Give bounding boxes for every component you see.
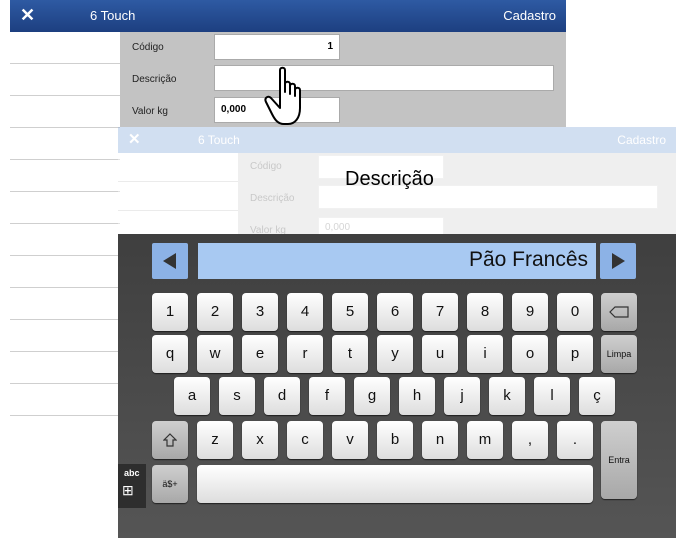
key-e[interactable]: e [242, 335, 278, 373]
codigo-label: Código [132, 42, 164, 53]
key-4[interactable]: 4 [287, 293, 323, 331]
key-j[interactable]: j [444, 377, 480, 415]
key-3[interactable]: 3 [242, 293, 278, 331]
valorkg-label: Valor kg [132, 106, 168, 117]
key-t[interactable]: t [332, 335, 368, 373]
key-r[interactable]: r [287, 335, 323, 373]
record-form: Código 1 Descrição Valor kg 0,000 [120, 32, 566, 127]
faded-descricao-label: Descrição [250, 193, 295, 204]
keyboard-mode-toggle[interactable]: abc ⊞ [118, 464, 146, 508]
list-item[interactable] [10, 64, 120, 96]
key-l[interactable]: l [534, 377, 570, 415]
keyboard-input-display[interactable]: Pão Francês [198, 243, 596, 279]
close-icon: ✕ [128, 131, 141, 148]
list-item [118, 182, 238, 211]
key-h[interactable]: h [399, 377, 435, 415]
faded-codigo-label: Código [250, 161, 282, 172]
space-key[interactable] [197, 465, 593, 503]
key-f[interactable]: f [309, 377, 345, 415]
section-title: Cadastro [503, 8, 556, 23]
prev-field-button[interactable] [152, 243, 188, 279]
faded-list [118, 153, 238, 240]
backspace-key[interactable] [601, 293, 637, 331]
list-item[interactable] [10, 256, 120, 288]
codigo-value: 1 [327, 41, 333, 52]
keyboard-input-value: Pão Francês [468, 248, 588, 271]
record-list [10, 32, 120, 416]
key-8[interactable]: 8 [467, 293, 503, 331]
list-item[interactable] [10, 128, 120, 160]
arrow-left-icon [163, 253, 176, 269]
key-u[interactable]: u [422, 335, 458, 373]
mode-label: abc [124, 468, 140, 478]
keyboard-grid-icon: ⊞ [122, 482, 134, 498]
key-n[interactable]: n [422, 421, 458, 459]
key-5[interactable]: 5 [332, 293, 368, 331]
shift-icon [162, 433, 178, 447]
descricao-label: Descrição [132, 74, 177, 85]
key-k[interactable]: k [489, 377, 525, 415]
list-item[interactable] [10, 288, 120, 320]
symbols-key[interactable]: ä$+ [152, 465, 188, 503]
list-item[interactable] [10, 320, 120, 352]
key-0[interactable]: 0 [557, 293, 593, 331]
hand-cursor-icon [264, 66, 301, 125]
key-period[interactable]: . [557, 421, 593, 459]
key-comma[interactable]: , [512, 421, 548, 459]
key-c-cedilla[interactable]: ç [579, 377, 615, 415]
faded-app-title: 6 Touch [198, 133, 240, 147]
key-o[interactable]: o [512, 335, 548, 373]
key-y[interactable]: y [377, 335, 413, 373]
faded-form: Código Descrição Valor kg 0,000 [238, 153, 676, 241]
list-item [118, 153, 238, 182]
faded-title-bar: ✕ 6 Touch Cadastro [118, 127, 676, 153]
key-c[interactable]: c [287, 421, 323, 459]
faded-section-title: Cadastro [617, 133, 666, 147]
key-9[interactable]: 9 [512, 293, 548, 331]
key-b[interactable]: b [377, 421, 413, 459]
codigo-field[interactable]: 1 [214, 34, 340, 60]
key-i[interactable]: i [467, 335, 503, 373]
key-w[interactable]: w [197, 335, 233, 373]
key-m[interactable]: m [467, 421, 503, 459]
key-7[interactable]: 7 [422, 293, 458, 331]
list-item[interactable] [10, 32, 120, 64]
faded-valorkg-value: 0,000 [325, 222, 351, 233]
valorkg-value: 0,000 [221, 104, 247, 115]
key-x[interactable]: x [242, 421, 278, 459]
key-a[interactable]: a [174, 377, 210, 415]
list-item[interactable] [10, 384, 120, 416]
key-z[interactable]: z [197, 421, 233, 459]
list-item[interactable] [10, 160, 120, 192]
list-item[interactable] [10, 192, 120, 224]
list-item[interactable] [10, 352, 120, 384]
field-caption: Descrição [345, 168, 434, 190]
key-1[interactable]: 1 [152, 293, 188, 331]
key-g[interactable]: g [354, 377, 390, 415]
title-bar: ✕ 6 Touch Cadastro [10, 0, 566, 32]
key-s[interactable]: s [219, 377, 255, 415]
onscreen-keyboard: Pão Francês 1 2 3 4 5 6 7 8 9 0 q w e r … [118, 234, 676, 538]
list-item[interactable] [10, 96, 120, 128]
clear-key[interactable]: Limpa [601, 335, 637, 373]
list-item[interactable] [10, 224, 120, 256]
arrow-right-icon [612, 253, 625, 269]
shift-key[interactable] [152, 421, 188, 459]
close-icon[interactable]: ✕ [20, 5, 35, 26]
backspace-icon [609, 306, 629, 318]
key-p[interactable]: p [557, 335, 593, 373]
next-field-button[interactable] [600, 243, 636, 279]
app-title: 6 Touch [90, 8, 136, 23]
enter-key[interactable]: Entra [601, 421, 637, 499]
key-d[interactable]: d [264, 377, 300, 415]
key-6[interactable]: 6 [377, 293, 413, 331]
key-v[interactable]: v [332, 421, 368, 459]
key-2[interactable]: 2 [197, 293, 233, 331]
key-q[interactable]: q [152, 335, 188, 373]
